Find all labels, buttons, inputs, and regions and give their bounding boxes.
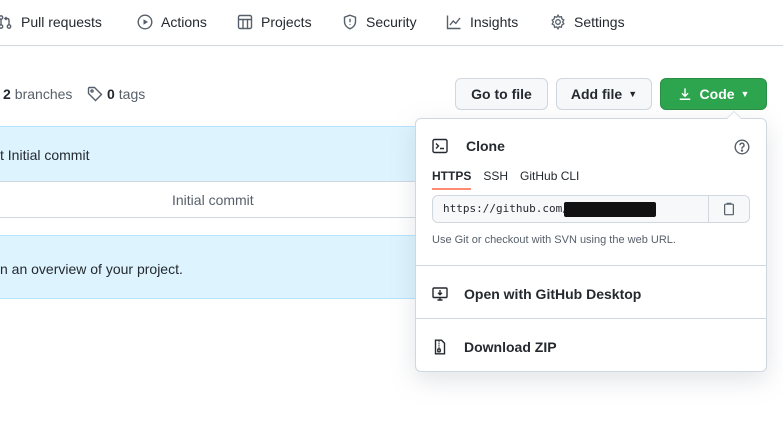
table-icon [237, 14, 253, 30]
nav-projects[interactable]: Projects [237, 12, 312, 32]
file-commit-message[interactable]: Initial commit [172, 192, 254, 208]
nav-insights[interactable]: Insights [446, 12, 518, 32]
graph-icon [446, 14, 462, 30]
nav-label: Pull requests [21, 14, 102, 30]
add-file-button[interactable]: Add file ▼ [556, 78, 652, 110]
caret-down-icon: ▼ [628, 89, 638, 99]
gear-icon [550, 14, 566, 30]
code-label: Code [699, 86, 735, 102]
caret-down-icon: ▼ [740, 89, 750, 99]
clone-tabs: HTTPS SSH GitHub CLI [432, 169, 591, 190]
file-row: Initial commit [0, 181, 430, 218]
nav-label: Settings [574, 14, 625, 30]
tags-count: 0 [107, 86, 115, 102]
readme-banner: n an overview of your project. [0, 235, 430, 299]
file-zip-icon [434, 339, 446, 355]
code-button[interactable]: Code ▼ [660, 78, 767, 110]
shield-icon [342, 14, 358, 30]
clone-url-input[interactable]: https://github.com/ /path. [433, 196, 708, 222]
copy-url-button[interactable] [708, 196, 749, 222]
clone-hint: Use Git or checkout with SVN using the w… [432, 234, 676, 246]
branches-label: branches [14, 86, 73, 102]
divider [416, 265, 766, 266]
nav-label: Insights [470, 14, 519, 30]
download-zip-item[interactable]: Download ZIP [432, 335, 750, 359]
clone-header: Clone [432, 138, 505, 154]
repo-nav: Pull requests Actions Projects Security … [0, 0, 783, 46]
play-icon [137, 14, 153, 30]
download-zip-label: Download ZIP [464, 339, 557, 355]
nav-label: Security [366, 14, 417, 30]
branches-link[interactable]: 2 branches [3, 85, 72, 103]
go-to-file-button[interactable]: Go to file [455, 78, 548, 110]
tags-label: tags [118, 86, 146, 102]
nav-label: Actions [161, 14, 207, 30]
tab-https[interactable]: HTTPS [432, 169, 472, 190]
desktop-download-icon [432, 287, 448, 301]
pull-request-icon [0, 14, 13, 30]
clone-title: Clone [466, 138, 505, 154]
question-icon[interactable] [734, 139, 750, 155]
terminal-icon [432, 138, 448, 154]
nav-pull-requests[interactable]: Pull requests [0, 12, 102, 32]
open-desktop-label: Open with GitHub Desktop [464, 286, 642, 302]
open-with-desktop-item[interactable]: Open with GitHub Desktop [432, 282, 750, 306]
redaction-mark [564, 202, 656, 217]
latest-commit-bar: t Initial commit [0, 126, 430, 182]
nav-actions[interactable]: Actions [137, 12, 207, 32]
latest-commit-message[interactable]: t Initial commit [0, 147, 89, 163]
tab-ssh[interactable]: SSH [483, 169, 508, 190]
branches-count: 2 [3, 86, 11, 102]
clipboard-icon [724, 202, 734, 216]
nav-label: Projects [261, 14, 312, 30]
tag-icon [87, 86, 103, 102]
go-to-file-label: Go to file [471, 86, 532, 102]
tab-github-cli[interactable]: GitHub CLI [520, 169, 579, 190]
clone-url-group: https://github.com/ /path. [432, 195, 750, 223]
download-icon [679, 88, 690, 100]
readme-prompt-text: n an overview of your project. [0, 261, 183, 277]
tags-link[interactable]: 0 tags [87, 85, 145, 103]
code-dropdown: Clone HTTPS SSH GitHub CLI https://githu… [415, 111, 767, 372]
add-file-label: Add file [570, 86, 623, 102]
nav-settings[interactable]: Settings [550, 12, 625, 32]
divider [416, 318, 766, 319]
nav-security[interactable]: Security [342, 12, 417, 32]
